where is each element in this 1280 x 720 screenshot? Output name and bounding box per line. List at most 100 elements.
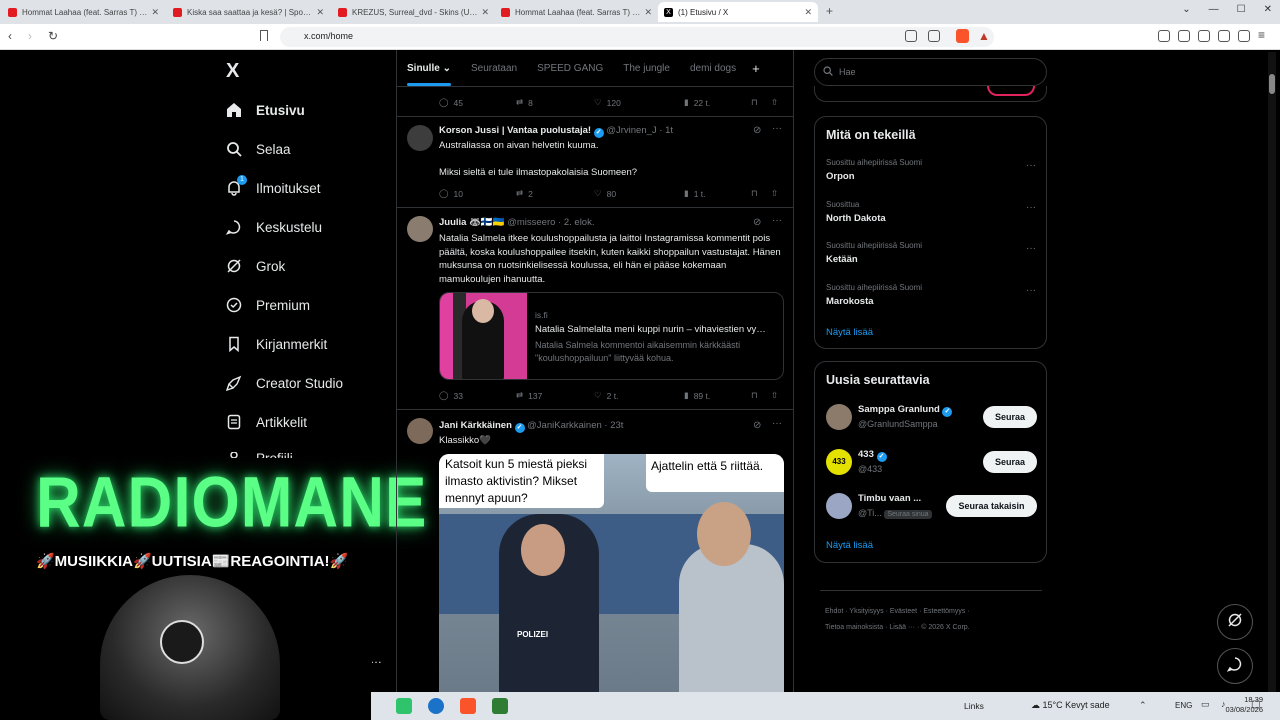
follow-back-button[interactable]: Seuraa takaisin [946,495,1037,517]
sidebar-item-notifications[interactable]: 1 Ilmoitukset [226,175,321,196]
bookmark-tweet-icon[interactable]: ⊓ [751,97,771,108]
close-tab-icon[interactable]: ✕ [481,7,489,18]
tab-for-you[interactable]: Sinulle ⌄ [407,63,451,86]
avatar[interactable] [407,418,433,444]
input-language[interactable]: ENG [1175,701,1192,710]
close-window-icon[interactable]: ✕ [1264,4,1272,15]
brave-shield-icon[interactable] [956,29,969,43]
search-box[interactable]: Hae [814,58,1047,86]
share-icon[interactable]: ⇧ [771,97,778,108]
browser-tab[interactable]: KREZUS, Surreal_dvd - Skins (Ultra Sl ✕ [332,2,495,22]
link-card[interactable]: is.fi Natalia Salmelalta meni kuppi nuri… [439,292,784,380]
more-options-icon[interactable]: ··· [772,215,782,226]
follow-suggestion[interactable]: Timbu vaan ... @Ti... Seuraa sinua Seura… [826,491,1038,521]
scrollbar-thumb[interactable] [1269,74,1275,94]
follow-button[interactable]: Seuraa [983,406,1037,428]
who-to-follow-show-more-link[interactable]: Näytä lisää [826,540,873,551]
trends-show-more-link[interactable]: Näytä lisää [826,327,873,338]
reload-icon[interactable]: ↻ [48,29,58,43]
repost-button[interactable]: ⇄ 8 [516,97,594,108]
search-input[interactable]: Hae [839,67,856,77]
avatar[interactable] [407,216,433,242]
browser-tab[interactable]: Kiska saa saattaa ja kesä? | Sporttikats… [167,2,330,22]
taskbar-app-icon[interactable] [396,698,412,714]
grok-explain-icon[interactable]: ⊘ [753,125,761,136]
add-list-tab-button[interactable]: + [752,61,760,76]
share-icon[interactable]: ⇧ [771,188,778,199]
tweet-author[interactable]: Juulia 🦝🇫🇮🇺🇦 @misseero · 2. elok. [439,217,594,228]
footer-link[interactable]: Ehdot [825,608,843,615]
rewards-icon[interactable]: ▲ [978,29,990,43]
taskbar-app-icon[interactable] [492,698,508,714]
tweet[interactable]: Juulia 🦝🇫🇮🇺🇦 @misseero · 2. elok. ⊘ ··· … [397,208,793,410]
footer-link[interactable]: Esteettömyys [923,608,965,615]
translate-icon[interactable] [905,30,917,42]
avatar[interactable] [407,125,433,151]
browser-tab[interactable]: Hommat Laahaa (feat. Sarras T) - You ✕ [495,2,658,22]
reply-button[interactable]: ◯ 10 [439,188,516,199]
menu-icon[interactable]: ≡ [1258,28,1265,42]
trend-item[interactable]: Suosittua North Dakota ··· [826,200,1036,224]
sidebar-icon[interactable] [1178,30,1190,42]
grok-explain-icon[interactable]: ⊘ [753,420,761,431]
footer-link[interactable]: Yksityisyys [849,608,883,615]
close-tab-icon[interactable]: ✕ [644,7,652,18]
close-tab-icon[interactable]: ✕ [316,7,324,18]
tray-chevron-icon[interactable]: ⌃ [1139,700,1147,711]
sidebar-item-home[interactable]: Etusivu [226,102,305,118]
trend-item[interactable]: Suosittu aihepiirissä Suomi Marokosta ··… [826,283,1036,307]
reply-button[interactable]: ◯ 33 [439,390,516,401]
like-button[interactable]: ♡ 2 t. [594,390,684,401]
trend-item[interactable]: Suosittu aihepiirissä Suomi Orpon ··· [826,158,1036,182]
avatar[interactable] [826,404,852,430]
more-options-icon[interactable]: ··· [772,123,782,134]
tweet[interactable]: Jani Kärkkäinen ✓ @JaniKarkkainen · 23t … [397,410,793,692]
trend-more-icon[interactable]: ··· [1026,243,1036,254]
tab-speed-gang[interactable]: SPEED GANG [537,63,603,74]
trend-more-icon[interactable]: ··· [1026,160,1036,171]
brave-icon[interactable] [460,698,476,714]
share-icon[interactable]: ⇧ [771,390,778,401]
url-field[interactable]: x.com/home [280,27,994,47]
forward-icon[interactable]: › [28,29,32,43]
back-icon[interactable]: ‹ [8,29,12,43]
views-button[interactable]: ▮ 22 t. [684,97,751,108]
new-tab-button[interactable]: + [826,4,833,18]
sidebar-item-grok[interactable]: Grok [226,258,285,274]
browser-tab[interactable]: Hommat Laahaa (feat. Sarras T) - You ✕ [2,2,165,22]
close-tab-icon[interactable]: ✕ [804,7,812,18]
follow-button[interactable]: Seuraa [983,451,1037,473]
meme-image[interactable]: POLIZEI Katsoit kun 5 miestä pieksi ilma… [439,454,784,692]
tweet-author[interactable]: Korson Jussi | Vantaa puolustaja! ✓ @Jrv… [439,125,673,138]
tweet-previous[interactable]: ◯ 45 ⇄ 8 ♡ 120 ▮ 22 t. ⊓ ⇧ [397,87,793,117]
trend-more-icon[interactable]: ··· [1026,202,1036,213]
avatar[interactable] [826,493,852,519]
maximize-icon[interactable]: ☐ [1237,4,1246,15]
more-options-icon[interactable]: ··· [772,418,782,429]
taskbar-links[interactable]: Links [964,701,984,711]
notification-center-icon[interactable]: ▢ [1251,699,1260,710]
tweet[interactable]: Korson Jussi | Vantaa puolustaja! ✓ @Jrv… [397,117,793,208]
tab-following[interactable]: Seurataan [471,63,517,74]
minimize-icon[interactable]: — [1209,4,1219,15]
tab-search-icon[interactable]: ⌄ [1182,4,1190,15]
bookmark-page-icon[interactable] [260,30,268,41]
bookmark-tweet-icon[interactable]: ⊓ [751,188,771,199]
vpn-icon[interactable] [1238,30,1250,42]
grok-floating-button[interactable] [1217,604,1253,640]
views-button[interactable]: ▮ 1 t. [684,188,751,199]
browser-tab-active[interactable]: X (1) Etusivu / X ✕ [658,2,818,22]
like-button[interactable]: ♡ 120 [594,97,684,108]
like-button[interactable]: ♡ 80 [594,188,684,199]
sidebar-item-explore[interactable]: Selaa [226,141,291,157]
tab-demi-dogs[interactable]: demi dogs [690,63,736,74]
sidebar-item-articles[interactable]: Artikkelit [226,414,307,430]
premium-button[interactable] [987,86,1035,96]
tweet-author[interactable]: Jani Kärkkäinen ✓ @JaniKarkkainen · 23t [439,420,623,433]
sidebar-item-bookmarks[interactable]: Kirjanmerkit [226,336,327,352]
views-button[interactable]: ▮ 89 t. [684,390,751,401]
leo-icon[interactable] [1218,30,1230,42]
edge-icon[interactable] [428,698,444,714]
sidebar-item-premium[interactable]: Premium [226,297,310,313]
grok-explain-icon[interactable]: ⊘ [753,217,761,228]
